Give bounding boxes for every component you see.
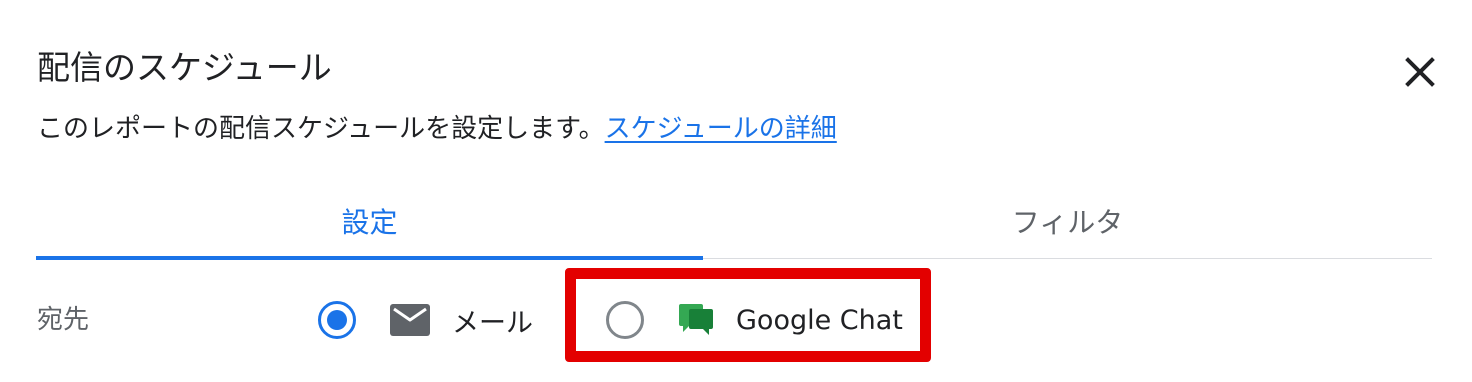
destination-option-email[interactable]: メール: [318, 297, 533, 343]
google-chat-option-label: Google Chat: [736, 304, 903, 336]
google-chat-radio[interactable]: [606, 301, 644, 339]
email-option-label: メール: [452, 307, 533, 339]
tab-bar: 設定 フィルタ: [36, 184, 1432, 260]
dialog-title: 配信のスケジュール: [37, 48, 332, 87]
google-chat-icon: [679, 304, 713, 335]
destination-option-google-chat[interactable]: Google Chat: [606, 297, 903, 343]
tab-settings[interactable]: 設定: [36, 184, 703, 260]
mail-icon: [390, 304, 430, 336]
schedule-details-link[interactable]: スケジュールの詳細: [605, 114, 837, 144]
dialog-description: このレポートの配信スケジュールを設定します。スケジュールの詳細: [37, 110, 837, 148]
description-text: このレポートの配信スケジュールを設定します。: [37, 114, 605, 144]
radio-selected-dot: [327, 310, 347, 330]
close-icon: [1405, 57, 1435, 87]
tab-filter[interactable]: フィルタ: [703, 184, 1432, 258]
destination-label: 宛先: [37, 305, 90, 335]
email-radio[interactable]: [318, 301, 356, 339]
close-button[interactable]: [1398, 50, 1442, 94]
